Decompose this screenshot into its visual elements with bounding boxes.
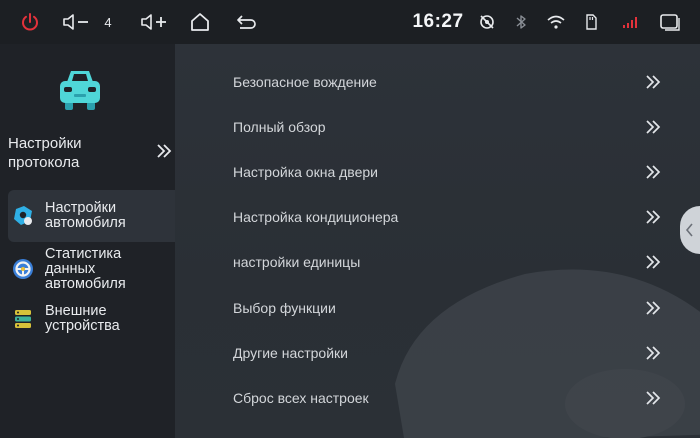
car-icon	[55, 64, 103, 112]
double-chevron-right-icon	[646, 301, 661, 315]
status-bar: 4 16:27	[0, 0, 700, 44]
double-chevron-right-icon	[646, 165, 661, 179]
bluetooth-status	[512, 0, 530, 44]
item-label: Настройка окна двери	[233, 164, 378, 180]
clock: 16:27	[412, 11, 464, 32]
home-icon	[191, 13, 209, 31]
volume-down-button[interactable]	[60, 0, 92, 44]
no-location-icon	[480, 15, 494, 29]
steering-wheel-icon	[12, 258, 34, 280]
chevron-left-icon	[685, 223, 693, 237]
list-item[interactable]: Сброс всех настроек	[175, 378, 700, 418]
double-chevron-right-icon	[646, 346, 661, 360]
item-label: Полный обзор	[233, 119, 326, 135]
item-label: настройки единицы	[233, 254, 361, 270]
list-item[interactable]: настройки единицы	[175, 242, 700, 282]
list-item[interactable]: Настройка кондиционера	[175, 197, 700, 237]
list-item[interactable]: Безопасное вождение	[175, 62, 700, 102]
side-panel-handle[interactable]	[680, 206, 700, 254]
protocol-settings-label[interactable]: Настройки протокола	[8, 134, 148, 172]
wifi-icon	[547, 15, 565, 29]
item-label: Настройка кондиционера	[233, 209, 399, 225]
sd-card-status	[582, 0, 600, 44]
sidebar-item-label: Статистика данных автомобиля	[45, 246, 126, 292]
recent-apps-icon	[660, 14, 680, 31]
sidebar-item-car-settings[interactable]: Настройки автомобиля	[8, 190, 175, 242]
wifi-status	[544, 0, 568, 44]
power-icon	[22, 13, 38, 31]
double-chevron-right-icon	[646, 391, 661, 405]
back-button[interactable]	[232, 0, 262, 44]
sidebar-item-external-devices[interactable]: Внешние устройства	[8, 300, 175, 338]
car-settings-icon	[12, 205, 34, 227]
volume-down-icon	[63, 14, 88, 30]
sidebar-item-vehicle-statistics[interactable]: Статистика данных автомобиля	[8, 244, 175, 294]
item-label: Сброс всех настроек	[233, 390, 369, 406]
signal-status	[620, 0, 642, 44]
sd-card-icon	[586, 14, 597, 30]
item-label: Безопасное вождение	[233, 74, 377, 90]
item-label: Выбор функции	[233, 300, 336, 316]
settings-list: Безопасное вождение Полный обзор Настрой…	[175, 44, 700, 438]
volume-up-icon	[141, 14, 166, 30]
recent-apps-button[interactable]	[656, 0, 684, 44]
list-item[interactable]: Другие настройки	[175, 333, 700, 373]
back-icon	[237, 15, 256, 29]
devices-icon	[12, 308, 34, 330]
double-chevron-right-icon	[646, 120, 661, 134]
home-button[interactable]	[186, 0, 214, 44]
signal-icon	[623, 17, 637, 28]
sidebar: Настройки протокола Настройки автомобиля	[0, 44, 175, 438]
volume-up-button[interactable]	[138, 0, 170, 44]
list-item[interactable]: Полный обзор	[175, 107, 700, 147]
bluetooth-icon	[516, 15, 526, 29]
double-chevron-right-icon	[646, 75, 661, 89]
item-label: Другие настройки	[233, 345, 348, 361]
double-chevron-right-icon	[646, 210, 661, 224]
list-item[interactable]: Настройка окна двери	[175, 152, 700, 192]
protocol-settings-arrow[interactable]	[156, 142, 174, 160]
no-location-status	[476, 0, 498, 44]
sidebar-item-label: Внешние устройства	[45, 303, 120, 334]
sidebar-item-label: Настройки автомобиля	[45, 200, 126, 231]
volume-level: 4	[104, 14, 112, 30]
power-button[interactable]	[16, 0, 44, 44]
double-chevron-right-icon	[646, 255, 661, 269]
double-chevron-right-icon	[157, 144, 172, 158]
list-item[interactable]: Выбор функции	[175, 288, 700, 328]
